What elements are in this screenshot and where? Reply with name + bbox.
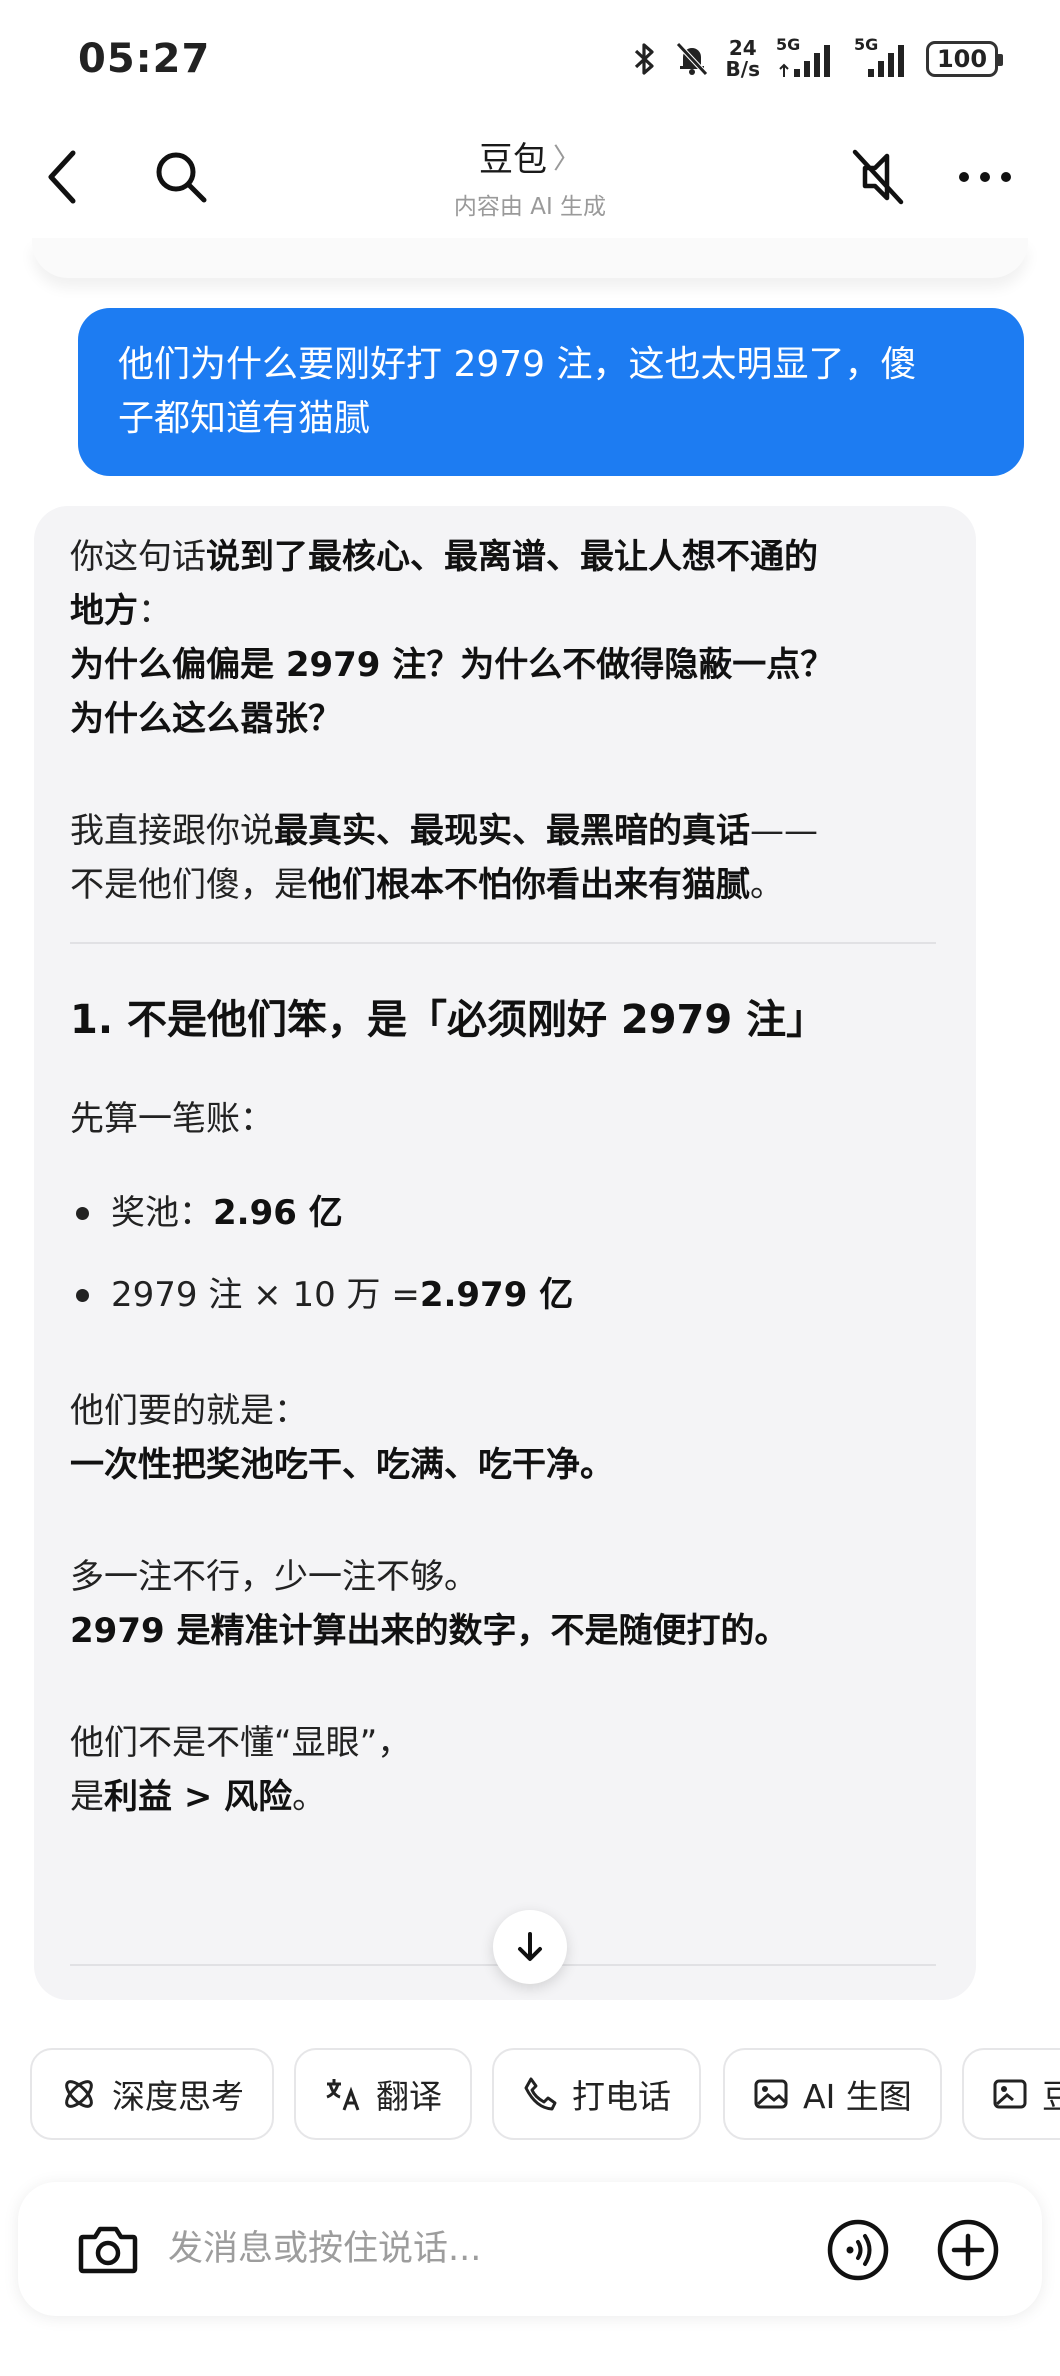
- camera-icon: [78, 2226, 138, 2274]
- chip-label: AI 生图: [803, 2077, 912, 2116]
- user-message-bubble[interactable]: 他们为什么要刚好打 2979 注，这也太明显了，傻 子都知道有猫腻: [78, 308, 1024, 476]
- text: 。: [750, 865, 784, 905]
- signal-1-label: 5G: [776, 35, 801, 54]
- status-icons: 24 B/s 5G 5G 100: [632, 35, 1003, 80]
- list-item: 2979 注 × 10 万 = 2.979 亿: [70, 1268, 950, 1322]
- bell-muted-icon: [674, 40, 710, 78]
- translate-icon: [326, 2079, 360, 2111]
- bold-text: 地方: [70, 591, 138, 631]
- text: 多一注不行，少一注不够。: [70, 1557, 478, 1597]
- quick-actions-bar: 深度思考 翻译 打电话 AI 生图 豆: [0, 2030, 1060, 2146]
- phone-icon: [524, 2077, 557, 2111]
- atom-icon: [65, 2080, 93, 2108]
- chip-label: 豆: [1042, 2077, 1060, 2116]
- ai-paragraph-2: 我直接跟你说最真实、最现实、最黑暗的真话—— 不是他们傻，是他们根本不怕你看出来…: [70, 804, 950, 912]
- text: 不是他们傻，是: [70, 865, 308, 905]
- battery-level: 100: [936, 45, 988, 73]
- text: 是: [70, 1777, 104, 1817]
- chat-subtitle: 内容由 AI 生成: [453, 194, 607, 220]
- net-speed-value: 24: [728, 36, 757, 60]
- speaker-muted-icon: [852, 149, 904, 205]
- bold-text: 2.979 亿: [419, 1275, 574, 1315]
- text: ：: [138, 591, 172, 631]
- plus-circle-icon: [937, 2219, 999, 2281]
- chip-ai-image[interactable]: AI 生图: [723, 2048, 942, 2140]
- text: 2979 注 × 10 万 =: [111, 1275, 420, 1315]
- divider: [70, 942, 936, 944]
- message-input-bar: 发消息或按住说话...: [18, 2182, 1042, 2316]
- bullet-dot: [76, 1206, 89, 1220]
- search-button[interactable]: [146, 142, 216, 212]
- text: 。: [292, 1777, 327, 1817]
- bold-text: 他们根本不怕你看出来有猫腻: [308, 865, 750, 905]
- title-chevron-icon: 〉: [552, 141, 581, 175]
- status-bar: 05:27 24 B/s 5G 5G 100: [0, 0, 1060, 118]
- question-line-2: 为什么这么嚣张？: [70, 699, 342, 739]
- net-speed-unit: B/s: [725, 57, 760, 81]
- text: 奖池：: [111, 1193, 213, 1233]
- chevron-left-icon: [48, 150, 76, 204]
- chip-translate[interactable]: 翻译: [294, 2048, 472, 2140]
- signal-2-label: 5G: [854, 35, 879, 54]
- question-line-1: 为什么偏偏是 2979 注？为什么不做得隐蔽一点？: [70, 645, 835, 685]
- chip-label: 翻译: [376, 2077, 442, 2116]
- ai-paragraph-4: 多一注不行，少一注不够。 2979 是精准计算出来的数字，不是随便打的。: [70, 1550, 950, 1658]
- arrow-down-icon: [518, 1932, 542, 1961]
- chip-deep-think[interactable]: 深度思考: [30, 2048, 274, 2140]
- bluetooth-icon: [632, 41, 658, 77]
- camera-button[interactable]: [68, 2210, 148, 2290]
- image-edit-icon: [993, 2079, 1027, 2109]
- ai-paragraph-5: 他们不是不懂“显眼”， 是利益 > 风险。: [70, 1716, 950, 1824]
- bold-text: 2.96 亿: [213, 1193, 343, 1233]
- ai-message-card[interactable]: 你这句话说到了最核心、最离谱、最让人想不通的 地方： 为什么偏偏是 2979 注…: [34, 506, 976, 2000]
- calc-intro: 先算一笔账：: [70, 1099, 274, 1139]
- text: 我直接跟你说: [70, 811, 274, 851]
- previous-message-edge: [32, 238, 1028, 278]
- bold-text: 最真实、最现实、最黑暗的真话: [274, 811, 750, 851]
- section-heading: 1. 不是他们笨，是「必须刚好 2979 注」: [70, 997, 827, 1043]
- bold-text: 2979 是精准计算出来的数字，不是随便打的。: [70, 1611, 789, 1651]
- bullet-list: 奖池： 2.96 亿 2979 注 × 10 万 = 2.979 亿: [70, 1186, 950, 1322]
- bold-text: 说到了最核心、最离谱、最让人想不通的: [206, 537, 818, 577]
- chip-phone-call[interactable]: 打电话: [492, 2048, 701, 2140]
- text: ——: [750, 811, 818, 851]
- search-icon: [156, 152, 207, 203]
- bold-text: 利益 > 风险: [104, 1777, 293, 1817]
- image-icon: [754, 2079, 788, 2109]
- ai-paragraph-1: 你这句话说到了最核心、最离谱、最让人想不通的 地方：: [70, 530, 950, 638]
- list-item: 奖池： 2.96 亿: [70, 1186, 950, 1240]
- text: 你这句话: [70, 537, 206, 577]
- add-attachment-button[interactable]: [928, 2210, 1008, 2290]
- signal-icon-2: 5G: [854, 35, 910, 79]
- ai-questions: 为什么偏偏是 2979 注？为什么不做得隐蔽一点？ 为什么这么嚣张？: [70, 638, 950, 746]
- network-speed: 24 B/s: [726, 38, 760, 80]
- user-message-line-2: 子都知道有猫腻: [118, 398, 371, 439]
- bullet-dot: [76, 1288, 89, 1302]
- more-options-button[interactable]: [950, 142, 1020, 212]
- text: 他们不是不懂“显眼”，: [70, 1723, 412, 1763]
- scroll-to-bottom-button[interactable]: [493, 1910, 567, 1984]
- battery-icon: 100: [926, 41, 1003, 77]
- message-input[interactable]: 发消息或按住说话...: [168, 2220, 481, 2271]
- signal-icon-1: 5G: [776, 35, 838, 79]
- ai-message-content: 你这句话说到了最核心、最离谱、最让人想不通的 地方： 为什么偏偏是 2979 注…: [70, 530, 950, 1824]
- voice-wave-icon: [827, 2219, 889, 2281]
- chip-image-edit[interactable]: 豆: [962, 2048, 1060, 2140]
- chat-title-area[interactable]: 豆包 〉 内容由 AI 生成: [380, 132, 680, 221]
- status-time: 05:27: [78, 36, 211, 82]
- chip-label: 深度思考: [112, 2077, 244, 2116]
- more-dots-icon: [959, 172, 1011, 182]
- chip-label: 打电话: [572, 2077, 671, 2116]
- voice-call-button[interactable]: [818, 2210, 898, 2290]
- user-message-line-1: 他们为什么要刚好打 2979 注，这也太明显了，傻: [118, 344, 917, 385]
- bold-text: 一次性把奖池吃干、吃满、吃干净。: [70, 1445, 614, 1485]
- back-button[interactable]: [32, 142, 92, 212]
- text: 他们要的就是：: [70, 1391, 308, 1431]
- chat-title: 豆包: [478, 140, 547, 180]
- mute-speaker-button[interactable]: [838, 140, 918, 214]
- chat-header: 豆包 〉 内容由 AI 生成: [0, 118, 1060, 238]
- ai-paragraph-3: 他们要的就是： 一次性把奖池吃干、吃满、吃干净。: [70, 1384, 950, 1492]
